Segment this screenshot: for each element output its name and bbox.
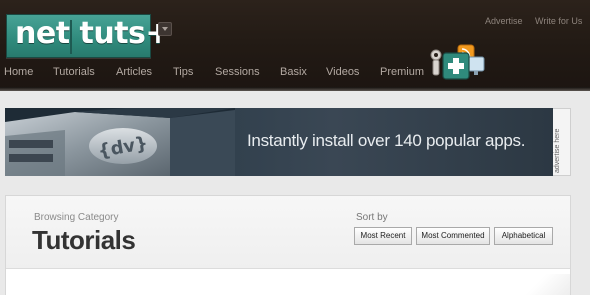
sort-most-commented-button[interactable]: Most Commented <box>416 227 490 245</box>
banner-headline: Instantly install over 140 popular apps. <box>247 131 526 150</box>
sort-alphabetical-button[interactable]: Alphabetical <box>494 227 553 245</box>
write-for-us-link[interactable]: Write for Us <box>535 16 582 26</box>
site-header: net tuts+ Advertise Write for Us Home Tu… <box>0 0 590 91</box>
category-header: Browsing Category Tutorials Sort by Most… <box>6 196 570 269</box>
wrench-icon <box>430 49 442 76</box>
page-curl-shadow <box>510 274 570 295</box>
advertise-link[interactable]: Advertise <box>485 16 523 26</box>
server-rack-image: {dv} <box>5 108 235 176</box>
sort-by-label: Sort by <box>356 212 388 223</box>
category-panel: Browsing Category Tutorials Sort by Most… <box>5 195 571 295</box>
logo-text: net tuts+ <box>15 16 171 51</box>
nav-item-premium[interactable]: Premium <box>380 66 424 78</box>
nav-item-sessions[interactable]: Sessions <box>215 66 260 78</box>
advertise-here-tab[interactable]: advertise here <box>553 108 571 176</box>
nav-item-home[interactable]: Home <box>4 66 33 78</box>
nav-item-basix[interactable]: Basix <box>280 66 307 78</box>
page-title: Tutorials <box>32 225 136 255</box>
logo-divider <box>70 20 72 54</box>
network-dropdown-toggle-icon[interactable] <box>158 22 172 36</box>
browsing-category-label: Browsing Category <box>34 212 119 223</box>
ad-banner[interactable]: {dv} Instantly install over 140 popular … <box>5 108 553 176</box>
monitor-icon <box>467 56 485 75</box>
premium-icon[interactable] <box>428 43 486 83</box>
site-logo[interactable]: net tuts+ <box>6 14 171 58</box>
advertise-here-label: advertise here <box>554 128 561 173</box>
sort-most-recent-button[interactable]: Most Recent <box>354 227 412 245</box>
plus-box-icon <box>442 52 470 80</box>
nav-item-tutorials[interactable]: Tutorials <box>53 66 95 78</box>
nav-item-articles[interactable]: Articles <box>116 66 152 78</box>
nav-item-videos[interactable]: Videos <box>326 66 359 78</box>
nav-item-tips[interactable]: Tips <box>173 66 193 78</box>
